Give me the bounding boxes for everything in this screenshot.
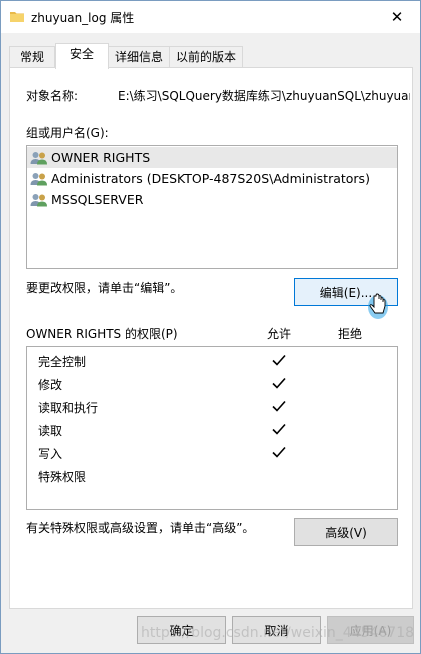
- permission-name: 特殊权限: [38, 470, 87, 484]
- tab-general[interactable]: 常规: [9, 46, 55, 68]
- tab-strip: 常规 安全 详细信息 以前的版本: [9, 43, 414, 69]
- advanced-button[interactable]: 高级(V): [294, 518, 398, 546]
- user-name: Administrators (DESKTOP-487S20S\Administ…: [51, 171, 370, 186]
- folder-icon: [10, 12, 24, 22]
- title-bar[interactable]: zhuyuan_log 属性 ✕: [1, 1, 420, 33]
- permission-name: 完全控制: [38, 355, 87, 369]
- check-icon: [272, 446, 286, 458]
- permission-row-special: 特殊权限: [27, 464, 397, 487]
- properties-window: zhuyuan_log 属性 ✕ 常规 安全 详细信息 以前的版本 对象名称: …: [0, 0, 421, 654]
- check-icon: [272, 377, 286, 389]
- permission-name: 读取: [38, 424, 63, 438]
- permission-row-read: 读取: [27, 418, 397, 441]
- permission-row-modify: 修改: [27, 372, 397, 395]
- check-icon: [272, 354, 286, 366]
- cancel-button[interactable]: 取消: [232, 616, 321, 644]
- permission-row-write: 写入: [27, 441, 397, 464]
- users-icon: [30, 193, 47, 206]
- close-icon: ✕: [390, 8, 404, 26]
- deny-column-header: 拒绝: [338, 327, 363, 341]
- ok-button[interactable]: 确定: [137, 616, 226, 644]
- tab-previous-versions[interactable]: 以前的版本: [169, 46, 243, 68]
- tab-security[interactable]: 安全: [55, 43, 109, 69]
- permission-name: 修改: [38, 378, 63, 392]
- edit-hint-text: 要更改权限，请单击“编辑”。: [26, 281, 183, 295]
- object-name-label: 对象名称:: [26, 89, 79, 103]
- users-icon: [30, 172, 47, 185]
- apply-button[interactable]: 应用(A): [327, 616, 414, 644]
- close-button[interactable]: ✕: [374, 1, 420, 33]
- user-item-administrators[interactable]: Administrators (DESKTOP-487S20S\Administ…: [27, 168, 397, 189]
- object-path: E:\练习\SQLQuery数据库练习\zhuyuanSQL\zhuyuan: [118, 89, 410, 103]
- window-title: zhuyuan_log 属性: [31, 11, 135, 25]
- security-panel: 对象名称: E:\练习\SQLQuery数据库练习\zhuyuanSQL\zhu…: [9, 67, 413, 609]
- check-icon: [272, 400, 286, 412]
- user-item-mssqlserver[interactable]: MSSQLSERVER: [27, 189, 397, 210]
- permission-row-full-control: 完全控制: [27, 349, 397, 372]
- check-icon: [272, 423, 286, 435]
- user-name: OWNER RIGHTS: [51, 150, 151, 165]
- users-listbox[interactable]: OWNER RIGHTS Administrators (DESKTOP-487…: [26, 145, 398, 269]
- permission-name: 写入: [38, 447, 63, 461]
- hand-cursor-icon: [368, 293, 388, 319]
- permissions-list: 完全控制 修改 读取和执行 读取 写入 特殊权限: [26, 346, 398, 510]
- allow-column-header: 允许: [267, 327, 292, 341]
- user-name: MSSQLSERVER: [51, 192, 144, 207]
- tab-details[interactable]: 详细信息: [107, 46, 171, 68]
- user-item-owner-rights[interactable]: OWNER RIGHTS: [27, 147, 397, 168]
- permission-name: 读取和执行: [38, 401, 99, 415]
- group-users-label: 组或用户名(G):: [26, 126, 109, 140]
- permissions-title: OWNER RIGHTS 的权限(P): [26, 327, 178, 341]
- users-icon: [30, 151, 47, 164]
- permission-row-read-execute: 读取和执行: [27, 395, 397, 418]
- advanced-hint-text: 有关特殊权限或高级设置，请单击“高级”。: [26, 521, 255, 535]
